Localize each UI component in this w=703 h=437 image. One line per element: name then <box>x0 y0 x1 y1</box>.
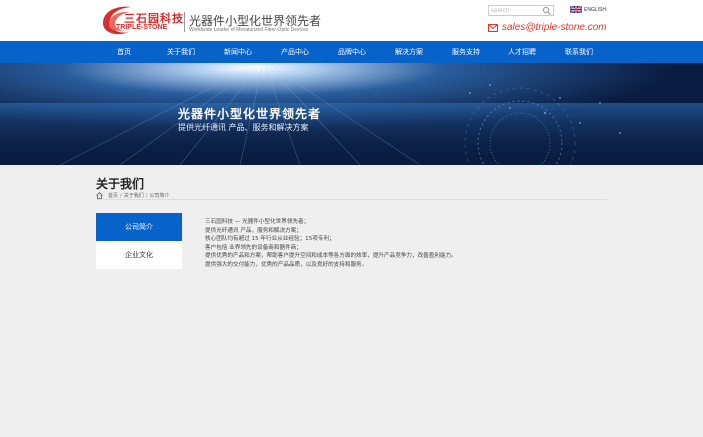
uk-flag-icon <box>570 6 582 13</box>
sidebar-item-corporate-culture[interactable]: 企业文化 <box>96 241 182 269</box>
breadcrumb-separator: / <box>120 192 122 199</box>
nav-item-careers[interactable]: 人才招聘 <box>508 41 536 63</box>
banner-title: 光器件小型化世界领先者 <box>178 107 322 121</box>
nav-item-news[interactable]: 新闻中心 <box>224 41 252 63</box>
nav-item-contact[interactable]: 联系我们 <box>565 41 593 63</box>
search-icon[interactable] <box>542 6 552 16</box>
email-link[interactable]: sales@triple-stone.com <box>488 22 607 33</box>
header-divider <box>184 12 185 32</box>
title-divider <box>96 199 607 200</box>
content-line: 核心团队均有超过 15 年行业从业经验；15项专利； <box>205 236 335 243</box>
main-nav: 首页 关于我们 新闻中心 产品中心 品牌中心 解决方案 服务支持 人才招聘 联系… <box>0 41 703 63</box>
language-switch[interactable]: ENGLISH <box>570 6 606 13</box>
nav-item-products[interactable]: 产品中心 <box>281 41 309 63</box>
email-text: sales@triple-stone.com <box>502 22 607 33</box>
breadcrumb-home[interactable]: 首页 <box>108 192 118 199</box>
mail-icon <box>488 23 498 32</box>
home-icon <box>96 192 103 199</box>
nav-item-support[interactable]: 服务支持 <box>452 41 480 63</box>
slogan-en: Worldwide Leader of Miniaturized Fiber-O… <box>189 27 309 33</box>
content-text: 三石园科技 — 光器件小型化世界领先者； 提供光纤通讯 产品，服务和解决方案； … <box>205 218 457 270</box>
content-line: 客户包括 业界领先的设备商和器件商； <box>205 244 302 251</box>
page-title: 关于我们 <box>96 177 145 191</box>
breadcrumb-separator: / <box>145 192 148 199</box>
header: 三石园科技 TRIPLE-STONE 光器件小型化世界领先者 Worldwide… <box>0 0 703 41</box>
nav-item-home[interactable]: 首页 <box>117 41 131 63</box>
nav-item-brands[interactable]: 品牌中心 <box>338 41 366 63</box>
breadcrumb-current: 公司简介 <box>149 193 170 199</box>
banner-subtitle: 提供光纤通讯 产品、服务和解决方案 <box>178 123 309 132</box>
content-line: 提供强大的交付能力，优秀的产品品质，以及良好的支持和服务。 <box>205 261 368 268</box>
language-label: ENGLISH <box>584 6 606 13</box>
banner-graphic <box>0 63 703 165</box>
brand-name-en: TRIPLE-STONE <box>116 24 168 31</box>
nav-item-about[interactable]: 关于我们 <box>167 41 195 63</box>
nav-item-solutions[interactable]: 解决方案 <box>395 41 423 63</box>
content-line: 提供优秀的产品和方案，帮助客户提升空间和成本等各方面的效率，提升产品竞争力，改善… <box>205 253 457 260</box>
hero-banner: 光器件小型化世界领先者 提供光纤通讯 产品、服务和解决方案 <box>0 63 703 165</box>
sidebar-item-company-profile[interactable]: 公司简介 <box>96 213 182 241</box>
content-line: 提供光纤通讯 产品，服务和解决方案； <box>205 227 302 234</box>
breadcrumb: 首页 / 关于我们 / 公司简介 <box>96 192 169 199</box>
breadcrumb-about[interactable]: 关于我们 <box>124 192 144 199</box>
content-line: 三石园科技 — 光器件小型化世界领先者； <box>205 219 310 225</box>
